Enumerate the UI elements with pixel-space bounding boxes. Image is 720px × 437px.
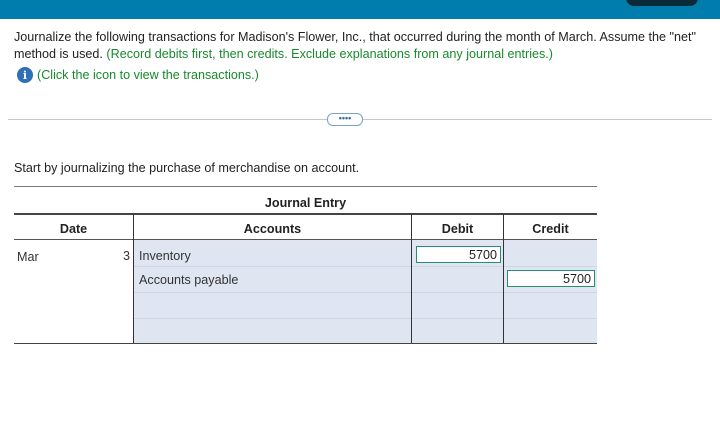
debit-amount-field[interactable]: 5700 — [416, 246, 501, 263]
row-separator — [134, 318, 597, 319]
column-divider — [133, 214, 134, 344]
credit-amount-field[interactable]: 5700 — [507, 270, 595, 287]
column-divider — [411, 214, 412, 344]
journal-bottom-rule — [14, 343, 597, 344]
topbar-button[interactable] — [626, 0, 698, 6]
info-icon[interactable]: i — [17, 67, 33, 83]
debit-header: Debit — [441, 222, 474, 236]
header-bottom-rule — [14, 239, 597, 240]
top-banner — [0, 0, 720, 19]
credit-account-field[interactable]: Accounts payable — [139, 273, 238, 287]
accounts-header: Accounts — [243, 222, 302, 236]
question-instruction-text: (Record debits first, then credits. Excl… — [106, 47, 553, 61]
journal-header-rule — [14, 213, 597, 215]
question-text: Journalize the following transactions fo… — [14, 29, 704, 63]
journal-top-rule — [14, 186, 597, 187]
debit-account-field[interactable]: Inventory — [139, 249, 191, 263]
date-header: Date — [59, 222, 88, 236]
journal-title: Journal Entry — [264, 196, 347, 210]
expand-more-button[interactable]: •••• — [327, 113, 363, 126]
entry-month: Mar — [17, 250, 39, 264]
row-separator — [134, 266, 597, 267]
entry-day: 3 — [122, 249, 130, 263]
credit-header: Credit — [532, 222, 569, 236]
info-line: i (Click the icon to view the transactio… — [17, 66, 259, 84]
column-divider — [503, 214, 504, 344]
step-instruction: Start by journalizing the purchase of me… — [14, 161, 360, 175]
view-transactions-link[interactable]: (Click the icon to view the transactions… — [37, 68, 259, 82]
row-separator — [134, 292, 597, 293]
